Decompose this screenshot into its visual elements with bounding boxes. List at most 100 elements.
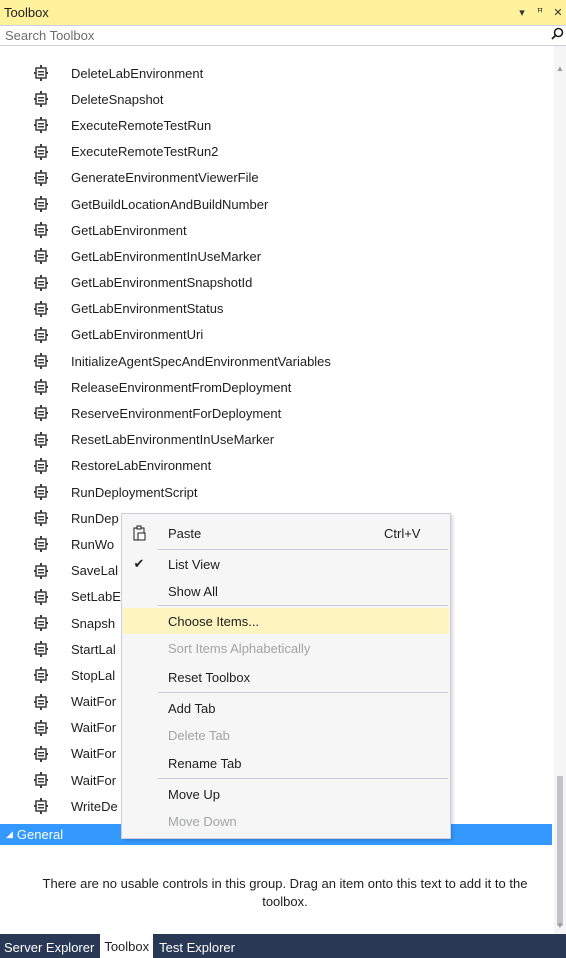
context-menu: Paste Ctrl+V ✔ List View Show All Choose… [121, 513, 451, 839]
activity-icon [33, 379, 49, 396]
toolbox-item[interactable]: DeleteSnapshot [0, 86, 552, 112]
toolbox-item-label: RunDeploymentScript [71, 484, 198, 500]
activity-icon [33, 536, 49, 553]
activity-icon [33, 91, 49, 108]
menu-item-label: Rename Tab [168, 755, 242, 771]
toolbox-item-label: RunDep [71, 510, 119, 526]
menu-item-paste[interactable]: Paste Ctrl+V [123, 520, 449, 546]
window-title: Toolbox [4, 5, 49, 20]
toolbox-item[interactable]: GetLabEnvironmentInUseMarker [0, 243, 552, 269]
group-label: General [16, 827, 64, 842]
activity-icon [33, 222, 49, 239]
activity-icon [33, 667, 49, 684]
activity-icon [33, 169, 49, 186]
dropdown-arrow-icon[interactable]: ▾ [516, 6, 528, 19]
toolbox-item[interactable]: ReleaseEnvironmentFromDeployment [0, 374, 552, 400]
menu-separator [158, 549, 448, 550]
toolbox-item[interactable]: GetLabEnvironmentStatus [0, 296, 552, 322]
toolbox-item[interactable]: GetLabEnvironmentSnapshotId [0, 270, 552, 296]
checkmark-icon: ✔ [133, 556, 145, 571]
activity-icon [33, 117, 49, 134]
vertical-scrollbar[interactable]: ▲ ▼ [554, 46, 566, 934]
menu-item-label: Add Tab [168, 700, 216, 716]
toolbox-item-label: DeleteLabEnvironment [71, 65, 204, 81]
menu-item-add-tab[interactable]: Add Tab [123, 695, 449, 721]
toolbox-item-label: GetLabEnvironmentSnapshotId [71, 275, 253, 291]
toolbox-item[interactable]: GetLabEnvironment [0, 217, 552, 243]
toolbox-item-label: InitializeAgentSpecAndEnvironmentVariabl… [71, 353, 331, 369]
menu-item-list-view[interactable]: ✔ List View [123, 551, 449, 577]
scroll-down-arrow-icon[interactable]: ▼ [556, 921, 564, 930]
toolbox-item-label: GetLabEnvironmentInUseMarker [71, 248, 262, 264]
menu-item-label: Move Up [168, 786, 221, 802]
search-icon[interactable] [551, 27, 564, 43]
activity-icon [33, 484, 49, 500]
menu-item-show-all[interactable]: Show All [123, 578, 449, 604]
activity-icon [33, 300, 49, 317]
menu-item-label: Delete Tab [168, 727, 230, 743]
toolbox-item-label: ExecuteRemoteTestRun [71, 117, 212, 133]
tab-toolbox[interactable]: Toolbox [100, 934, 154, 958]
activity-icon [33, 274, 49, 291]
toolbox-item-label: SetLabE [71, 589, 121, 605]
menu-item-choose-items[interactable]: Choose Items... [123, 608, 449, 634]
toolbox-item[interactable]: InitializeAgentSpecAndEnvironmentVariabl… [0, 348, 552, 374]
toolbox-item-label: ResetLabEnvironmentInUseMarker [71, 432, 275, 448]
tab-server-explorer[interactable]: Server Explorer [0, 936, 98, 958]
activity-icon [33, 641, 49, 658]
paste-icon [131, 525, 147, 541]
tab-test-explorer[interactable]: Test Explorer [155, 936, 239, 958]
toolbox-item-label: GenerateEnvironmentViewerFile [71, 170, 259, 186]
activity-icon [33, 510, 49, 527]
window-controls: ▾ ꟸ ✕ [516, 0, 564, 25]
menu-item-rename-tab[interactable]: Rename Tab [123, 750, 449, 776]
menu-item-label: Paste [168, 525, 202, 541]
toolbox-item-label: WaitFor [71, 746, 117, 762]
activity-icon [33, 353, 49, 370]
activity-icon [33, 798, 49, 815]
activity-icon [33, 693, 49, 710]
bottom-tab-bar: Server Explorer Toolbox Test Explorer [0, 934, 566, 958]
toolbox-item[interactable]: ExecuteRemoteTestRun [0, 112, 552, 138]
activity-icon [33, 588, 49, 605]
toolbox-item-label: StopLal [71, 667, 116, 683]
toolbox-item-label: RunWo [71, 536, 115, 552]
menu-item-move-up[interactable]: Move Up [123, 781, 449, 807]
toolbox-item[interactable]: GetBuildLocationAndBuildNumber [0, 191, 552, 217]
toolbox-item[interactable]: GetLabEnvironmentUri [0, 322, 552, 348]
toolbox-item[interactable]: ReserveEnvironmentForDeployment [0, 400, 552, 426]
toolbox-item-label: WaitFor [71, 772, 117, 788]
toolbox-item-label: SaveLal [71, 563, 118, 579]
toolbox-item[interactable]: RunDeploymentScript [0, 479, 552, 505]
menu-item-reset-toolbox[interactable]: Reset Toolbox [123, 664, 449, 690]
activity-icon [33, 457, 49, 474]
close-icon[interactable]: ✕ [552, 6, 564, 19]
activity-icon [33, 614, 49, 631]
toolbox-item-label: WriteDe [71, 798, 118, 814]
pin-icon[interactable]: ꟸ [534, 6, 546, 19]
toolbox-item-label: WaitFor [71, 720, 117, 736]
activity-icon [33, 719, 49, 736]
activity-icon [33, 562, 49, 579]
toolbox-item[interactable]: RestoreLabEnvironment [0, 453, 552, 479]
empty-group-message: There are no usable controls in this gro… [42, 876, 528, 909]
menu-item-label: Sort Items Alphabetically [168, 640, 311, 656]
toolbox-item-label: StartLal [71, 641, 116, 657]
search-box[interactable] [0, 25, 566, 46]
scroll-up-arrow-icon[interactable]: ▲ [556, 64, 564, 73]
toolbox-title-bar: Toolbox ▾ ꟸ ✕ [0, 0, 566, 25]
toolbox-item[interactable]: DeleteLabEnvironment [0, 60, 552, 86]
menu-item-move-down: Move Down [123, 808, 449, 834]
toolbox-item-label: DeleteSnapshot [71, 91, 164, 107]
scrollbar-thumb[interactable] [557, 776, 563, 926]
toolbox-item-label: RestoreLabEnvironment [71, 458, 212, 474]
activity-icon [33, 248, 49, 265]
toolbox-item[interactable]: ResetLabEnvironmentInUseMarker [0, 427, 552, 453]
search-input[interactable] [5, 28, 525, 43]
toolbox-item[interactable]: ExecuteRemoteTestRun2 [0, 139, 552, 165]
toolbox-item-label: WaitFor [71, 694, 117, 710]
menu-item-sort-alphabetically: Sort Items Alphabetically [123, 635, 449, 661]
toolbox-item[interactable]: GenerateEnvironmentViewerFile [0, 165, 552, 191]
activity-icon [33, 143, 49, 160]
collapse-triangle-icon[interactable]: ◢ [6, 829, 13, 840]
